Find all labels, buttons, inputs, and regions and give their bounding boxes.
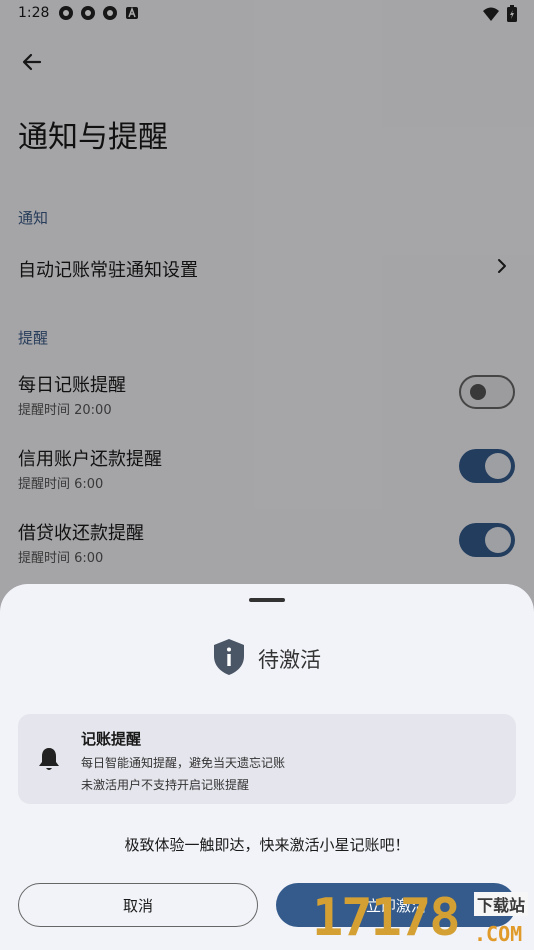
cancel-button[interactable]: 取消 bbox=[18, 883, 258, 927]
watermark-digits: 17178 bbox=[312, 888, 461, 948]
sheet-title: 待激活 bbox=[258, 648, 321, 672]
card-description: 每日智能通知提醒，避免当天遗忘记账 bbox=[81, 756, 286, 770]
shield-info-icon bbox=[214, 639, 244, 675]
watermark-domain: .COM bbox=[474, 922, 523, 946]
drag-handle[interactable] bbox=[249, 598, 285, 602]
sheet-header: 待激活 bbox=[0, 636, 534, 676]
bell-icon bbox=[39, 748, 59, 770]
site-watermark: 17178 下载站 .COM bbox=[308, 888, 534, 950]
card-restriction-note: 未激活用户不支持开启记账提醒 bbox=[81, 778, 250, 792]
watermark-label: 下载站 bbox=[474, 892, 529, 916]
promo-text: 极致体验一触即达，快来激活小星记账吧！ bbox=[124, 836, 410, 854]
reminder-feature-card: 记账提醒 每日智能通知提醒，避免当天遗忘记账 未激活用户不支持开启记账提醒 bbox=[18, 714, 516, 804]
card-title: 记账提醒 bbox=[81, 730, 142, 748]
